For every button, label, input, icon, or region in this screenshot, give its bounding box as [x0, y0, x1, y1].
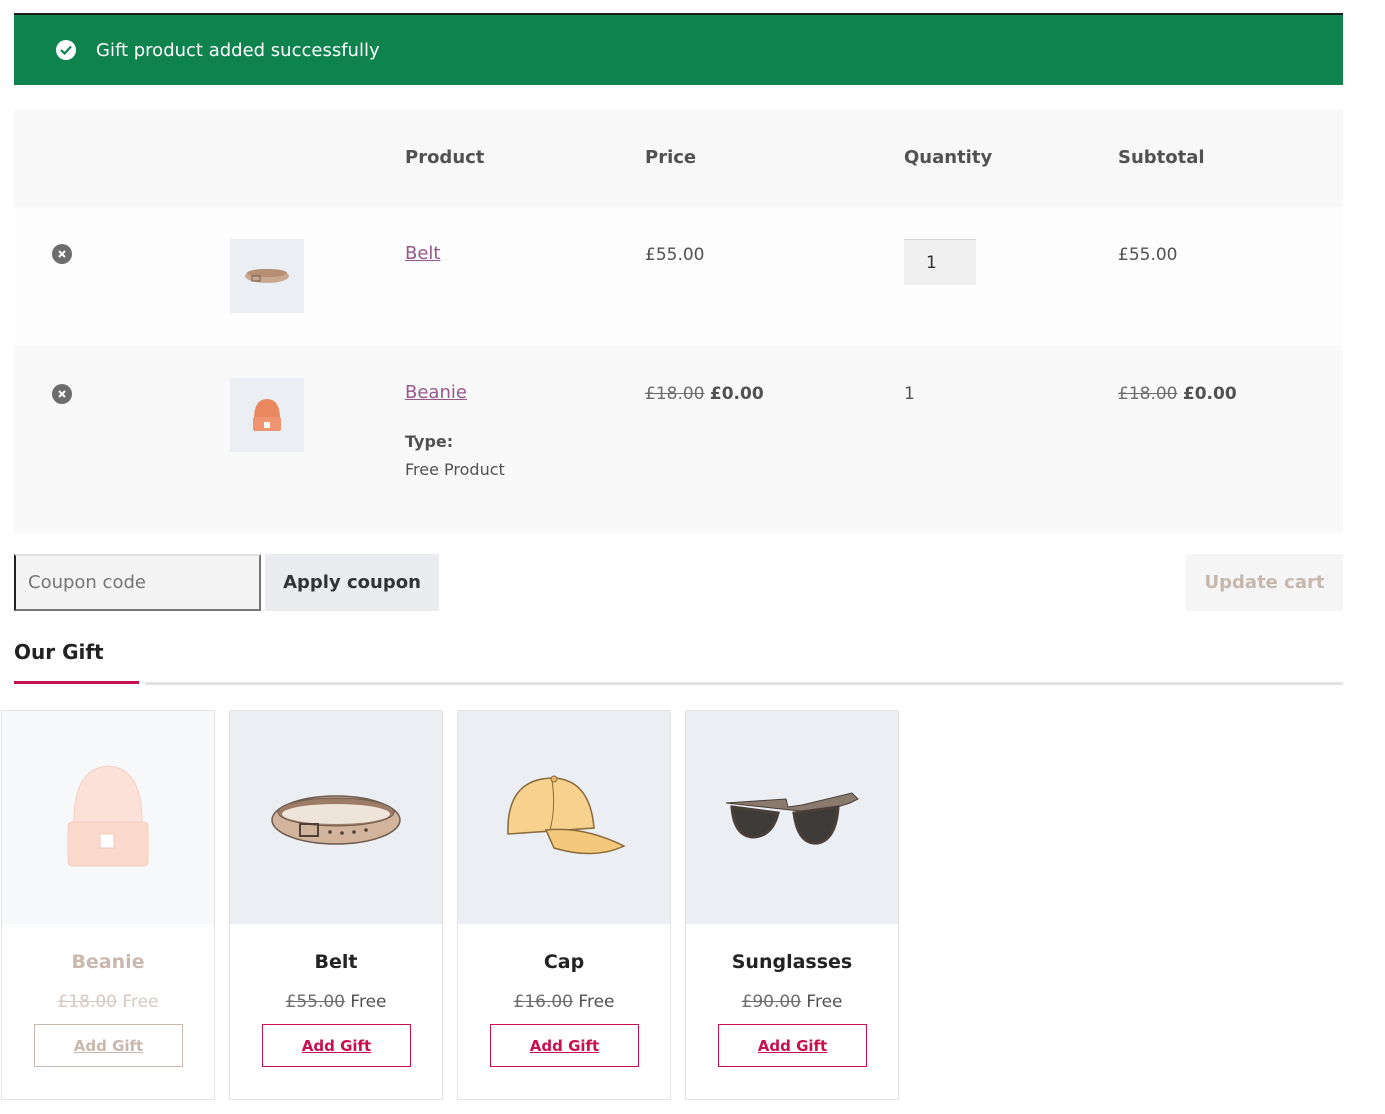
apply-coupon-button[interactable]: Apply coupon: [265, 554, 439, 611]
gift-image: [230, 711, 442, 924]
gift-name: Sunglasses: [731, 951, 853, 973]
cart-item-price: £55.00: [645, 245, 705, 265]
belt-icon: [245, 269, 289, 283]
cart-table: Product Price Quantity Subtotal Belt £55…: [14, 110, 1343, 533]
gift-price: £55.00 Free: [230, 992, 442, 1012]
cart-item-subtotal: £55.00: [1118, 245, 1178, 265]
gift-free-label: Free: [578, 992, 615, 1012]
gift-name: Beanie: [71, 951, 145, 973]
original-subtotal: £18.00: [1118, 384, 1178, 404]
add-gift-button[interactable]: Add Gift: [262, 1024, 411, 1067]
cart-row-belt: Belt £55.00 1 £55.00: [14, 207, 1343, 346]
coupon-code-input[interactable]: [14, 554, 261, 611]
gift-card-cap: Cap £16.00 Free Add Gift: [457, 710, 671, 1100]
gift-free-label: Free: [122, 992, 159, 1012]
beanie-icon: [67, 764, 149, 866]
gift-original-price: £90.00: [741, 992, 801, 1012]
add-gift-button[interactable]: Add Gift: [718, 1024, 867, 1067]
success-notice: Gift product added successfully: [14, 13, 1343, 85]
gift-card-belt: Belt £55.00 Free Add Gift: [229, 710, 443, 1100]
gift-card-sunglasses: Sunglasses £90.00 Free Add Gift: [685, 710, 899, 1100]
cart-item-price: £18.00 £0.00: [645, 384, 764, 404]
original-price: £18.00: [645, 384, 705, 404]
remove-item-icon[interactable]: [52, 244, 72, 264]
gift-price: £90.00 Free: [686, 992, 898, 1012]
gift-free-label: Free: [806, 992, 843, 1012]
add-gift-button[interactable]: Add Gift: [34, 1024, 183, 1067]
cart-row-beanie: Beanie £18.00 £0.00 1 £18.00 £0.00 Type:…: [14, 346, 1343, 533]
notice-message: Gift product added successfully: [96, 39, 380, 61]
gift-tab-underline: [14, 681, 139, 684]
gift-image: [458, 711, 670, 924]
gift-name: Cap: [543, 951, 585, 973]
gift-free-label: Free: [350, 992, 387, 1012]
gift-name: Belt: [314, 951, 358, 973]
item-meta-label: Type:: [405, 432, 454, 451]
header-subtotal: Subtotal: [1118, 147, 1205, 168]
gift-original-price: £18.00: [57, 992, 117, 1012]
gift-card-beanie: Beanie £18.00 Free Add Gift: [1, 710, 215, 1100]
sunglasses-icon: [725, 791, 859, 845]
gift-subtotal: £0.00: [1182, 384, 1237, 404]
header-product: Product: [405, 147, 485, 168]
gift-original-price: £55.00: [285, 992, 345, 1012]
cart-item-link-belt[interactable]: Belt: [405, 243, 440, 264]
belt-icon: [271, 794, 401, 845]
cart-item-quantity: 1: [904, 384, 915, 404]
header-price: Price: [645, 147, 697, 168]
update-cart-button[interactable]: Update cart: [1186, 554, 1343, 611]
gift-image: [686, 711, 898, 924]
beanie-thumbnail[interactable]: [230, 378, 304, 452]
gift-original-price: £16.00: [513, 992, 573, 1012]
belt-thumbnail[interactable]: [230, 239, 304, 313]
remove-item-icon[interactable]: [52, 384, 72, 404]
gift-price: £18.00 Free: [2, 992, 214, 1012]
gift-price: £16.00 Free: [458, 992, 670, 1012]
beanie-icon: [253, 399, 281, 431]
cart-item-subtotal: £18.00 £0.00: [1118, 384, 1237, 404]
check-icon: [56, 40, 76, 60]
add-gift-button[interactable]: Add Gift: [490, 1024, 639, 1067]
header-quantity: Quantity: [904, 147, 993, 168]
quantity-input[interactable]: 1: [904, 239, 976, 285]
gift-image: [2, 711, 214, 924]
gift-price: £0.00: [709, 384, 764, 404]
gift-section-title: Our Gift: [14, 640, 104, 664]
item-meta-value: Free Product: [405, 460, 505, 479]
cart-table-header: Product Price Quantity Subtotal: [14, 110, 1343, 207]
divider: [145, 682, 1343, 685]
cap-icon: [507, 775, 626, 854]
cart-item-link-beanie[interactable]: Beanie: [405, 382, 467, 403]
